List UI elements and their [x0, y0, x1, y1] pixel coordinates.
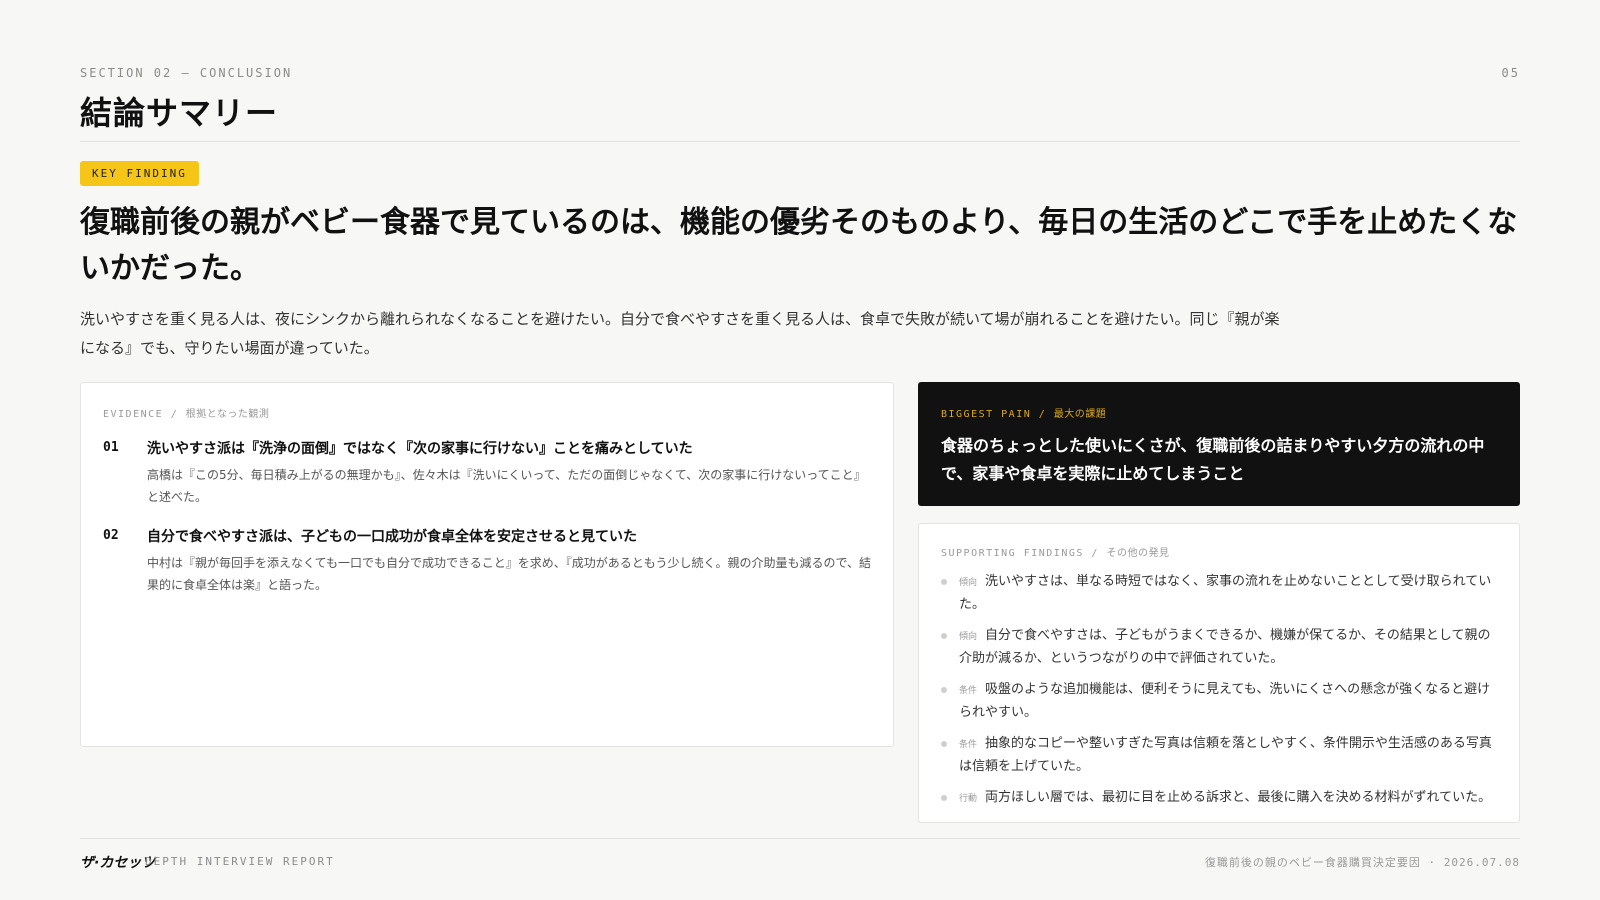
report-label: DEPTH INTERVIEW REPORT	[145, 855, 335, 868]
evidence-label: EVIDENCE / 根拠となった観測	[103, 409, 270, 420]
supporting-findings-card: SUPPORTING FINDINGS / その他の発見 傾向 洗いやすさは、単な…	[918, 523, 1520, 823]
evidence-text: 高橋は『この5分、毎日積み上がるの無理かも』、佐々木は『洗いにくいって、ただの面…	[147, 468, 866, 504]
finding-text: 両方ほしい層では、最初に目を止める訴求と、最後に購入を決める材料がずれていた。	[985, 790, 1492, 805]
evidence-number: 02	[103, 528, 119, 543]
evidence-title: 自分で食べやすさ派は、子どもの一口成功が食卓全体を安定させると見ていた	[147, 529, 637, 545]
footer-divider	[80, 838, 1520, 839]
header-divider	[80, 141, 1520, 142]
bullet-dot-icon	[941, 633, 947, 639]
section-label: SECTION 02 — CONCLUSION	[80, 66, 293, 80]
finding-tag: 傾向	[959, 578, 978, 588]
evidence-title: 洗いやすさ派は『洗浄の面倒』ではなく『次の家事に行けない』ことを痛みとしていた	[147, 441, 693, 457]
finding-tag: 条件	[959, 740, 978, 750]
key-finding-lead: 洗いやすさを重く見る人は、夜にシンクから離れられなくなることを避けたい。自分で食…	[80, 310, 1280, 357]
supporting-findings-list: 傾向 洗いやすさは、単なる時短ではなく、家事の流れを止めないこととして受け取られて…	[941, 571, 1497, 810]
list-item: 条件 抽象的なコピーや整いすぎた写真は信頼を落としやすく、条件開示や生活感のある写…	[941, 733, 1497, 778]
biggest-pain-card: BIGGEST PAIN / 最大の課題 食器のちょっとした使いにくさが、復職前…	[918, 382, 1520, 506]
finding-text: 自分で食べやすさは、子どもがうまくできるか、機嫌が保てるか、その結果として親の介…	[959, 628, 1491, 666]
key-finding-badge: KEY FINDING	[80, 161, 199, 186]
list-item: 傾向 洗いやすさは、単なる時短ではなく、家事の流れを止めないこととして受け取られて…	[941, 571, 1497, 616]
page-number: 05	[1501, 66, 1520, 80]
finding-text: 抽象的なコピーや整いすぎた写真は信頼を落としやすく、条件開示や生活感のある写真は…	[959, 736, 1492, 774]
bullet-dot-icon	[941, 687, 947, 693]
page-title: 結論サマリー	[80, 94, 279, 132]
bullet-dot-icon	[941, 795, 947, 801]
finding-text: 洗いやすさは、単なる時短ではなく、家事の流れを止めないこととして受け取られていた…	[959, 574, 1492, 612]
evidence-number: 01	[103, 440, 119, 455]
list-item: 傾向 自分で食べやすさは、子どもがうまくできるか、機嫌が保てるか、その結果として親…	[941, 625, 1497, 670]
list-item: 行動 両方ほしい層では、最初に目を止める訴求と、最後に購入を決める材料がずれていた…	[941, 787, 1497, 810]
bullet-dot-icon	[941, 579, 947, 585]
evidence-text: 中村は『親が毎回手を添えなくても一口でも自分で成功できること』を求め、『成功があ…	[147, 556, 871, 592]
key-finding-headline: 復職前後の親がベビー食器で見ているのは、機能の優劣そのものより、毎日の生活のどこ…	[80, 205, 1518, 286]
evidence-item: 01 洗いやすさ派は『洗浄の面倒』ではなく『次の家事に行けない』ことを痛みとして…	[103, 438, 871, 508]
finding-text: 吸盤のような追加機能は、便利そうに見えても、洗いにくさへの懸念が強くなると避けら…	[959, 682, 1491, 720]
biggest-pain-text: 食器のちょっとした使いにくさが、復職前後の詰まりやすい夕方の流れの中で、家事や食…	[941, 436, 1485, 483]
evidence-card: EVIDENCE / 根拠となった観測 01 洗いやすさ派は『洗浄の面倒』ではな…	[80, 382, 894, 747]
finding-tag: 傾向	[959, 632, 978, 642]
bullet-dot-icon	[941, 741, 947, 747]
evidence-item: 02 自分で食べやすさ派は、子どもの一口成功が食卓全体を安定させると見ていた 中…	[103, 526, 871, 596]
footer-report-title: 復職前後の親のベビー食器購買決定要因 · 2026.07.08	[1204, 856, 1520, 869]
supporting-findings-label: SUPPORTING FINDINGS / その他の発見	[941, 548, 1170, 559]
list-item: 条件 吸盤のような追加機能は、便利そうに見えても、洗いにくさへの懸念が強くなると避…	[941, 679, 1497, 724]
finding-tag: 条件	[959, 686, 978, 696]
biggest-pain-label: BIGGEST PAIN / 最大の課題	[941, 409, 1107, 420]
finding-tag: 行動	[959, 794, 978, 804]
